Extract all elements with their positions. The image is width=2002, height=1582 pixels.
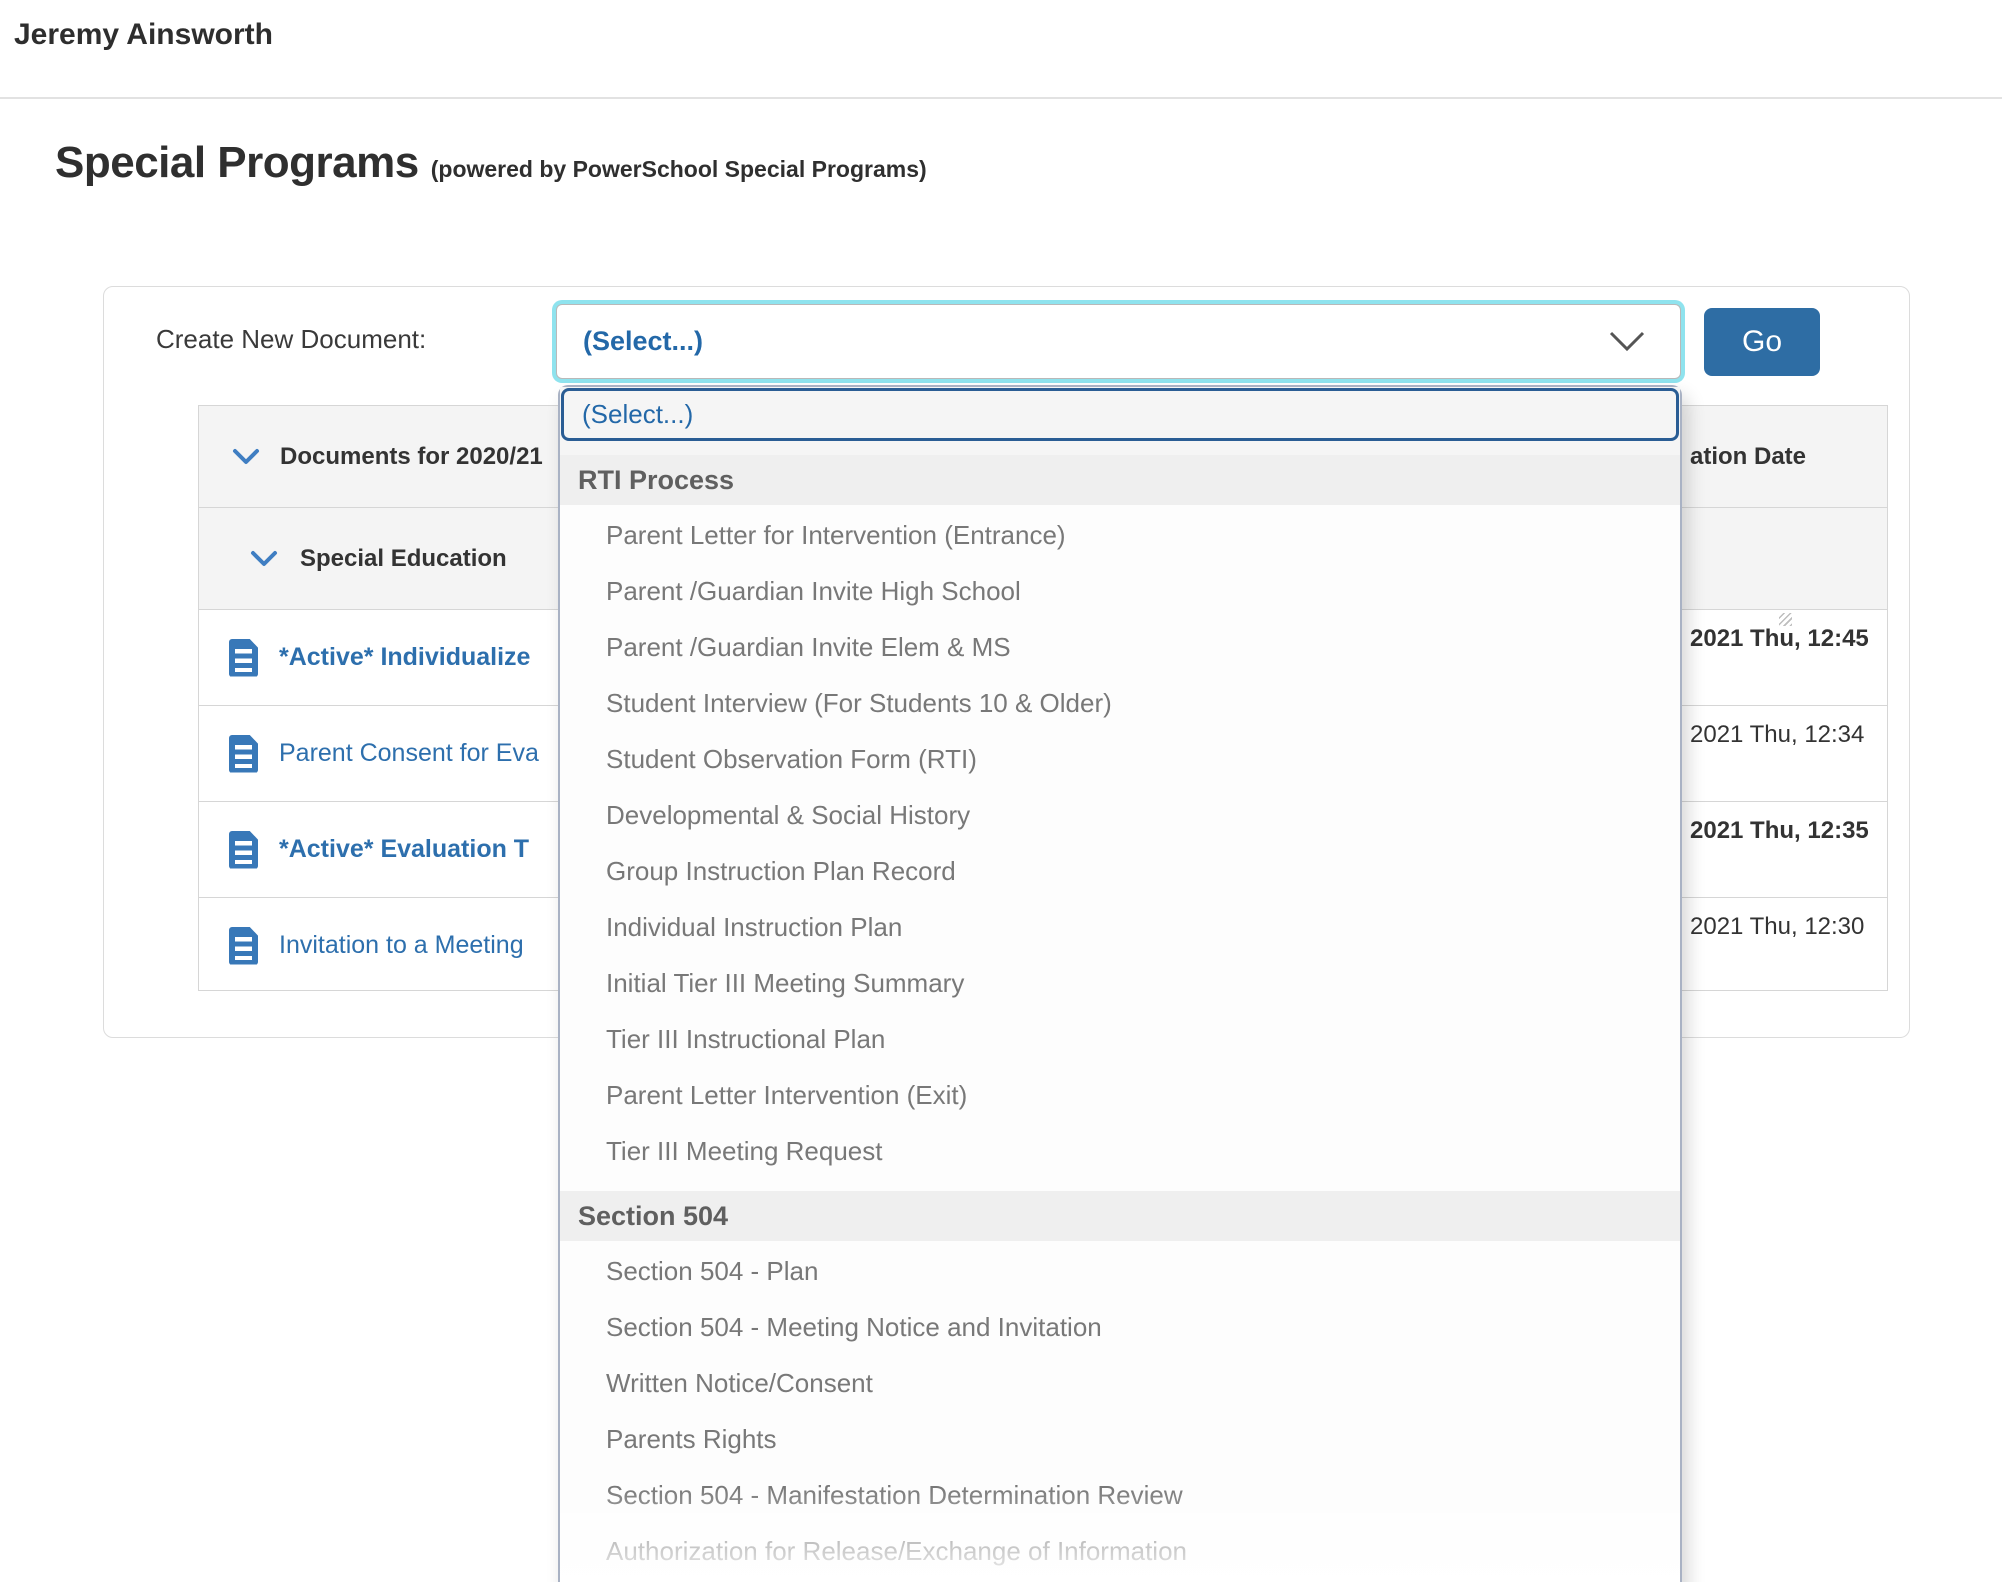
create-document-select[interactable]: (Select...) xyxy=(556,304,1681,379)
collapse-chevron-icon[interactable] xyxy=(250,550,278,567)
dropdown-option[interactable]: Student Interview (For Students 10 & Old… xyxy=(560,675,1680,731)
document-icon xyxy=(229,735,258,773)
dropdown-option[interactable]: Tier III Instructional Plan xyxy=(560,1011,1680,1067)
student-name: Jeremy Ainsworth xyxy=(14,18,273,52)
dropdown-option[interactable]: Parents Rights xyxy=(560,1411,1680,1467)
special-education-category-label: Special Education xyxy=(300,545,507,573)
document-icon xyxy=(229,831,258,869)
document-link[interactable]: Invitation to a Meeting xyxy=(279,931,524,960)
page-title-row: Special Programs (powered by PowerSchool… xyxy=(55,138,927,188)
dropdown-option[interactable]: Written Notice/Consent xyxy=(560,1355,1680,1411)
dropdown-option[interactable]: Parent /Guardian Invite High School xyxy=(560,563,1680,619)
dropdown-option[interactable]: Group Instruction Plan Record xyxy=(560,843,1680,899)
header-divider xyxy=(0,97,2002,99)
dropdown-option[interactable]: Individual Instruction Plan xyxy=(560,899,1680,955)
dropdown-option[interactable]: Authorization for Release/Exchange of In… xyxy=(560,1523,1680,1579)
page-title: Special Programs xyxy=(55,138,419,188)
select-selected-value: (Select...) xyxy=(583,326,703,357)
page-subtitle: (powered by PowerSchool Special Programs… xyxy=(431,156,927,183)
document-link[interactable]: *Active* Individualize xyxy=(279,643,530,672)
document-link[interactable]: *Active* Evaluation T xyxy=(279,835,529,864)
dropdown-group-header: Section 504 xyxy=(560,1191,1680,1241)
create-new-document-label: Create New Document: xyxy=(156,324,426,355)
dropdown-option[interactable]: Parent Letter for Intervention (Entrance… xyxy=(560,507,1680,563)
chevron-down-icon xyxy=(1608,329,1646,353)
dropdown-option[interactable]: Parent Letter Intervention (Exit) xyxy=(560,1067,1680,1123)
dropdown-option-select-placeholder[interactable]: (Select...) xyxy=(561,388,1679,441)
documents-year-header-label: Documents for 2020/21 xyxy=(280,443,543,471)
dropdown-option[interactable]: Developmental & Social History xyxy=(560,787,1680,843)
collapse-chevron-icon[interactable] xyxy=(232,448,260,465)
go-button[interactable]: Go xyxy=(1704,308,1820,376)
document-icon xyxy=(229,927,258,965)
dropdown-option[interactable]: Tier III Meeting Request xyxy=(560,1123,1680,1179)
dropdown-option[interactable]: Section 504 - Plan xyxy=(560,1243,1680,1299)
create-document-dropdown-panel: (Select...) RTI ProcessParent Letter for… xyxy=(558,385,1682,1582)
dropdown-option[interactable]: Section 504 - Manifestation Determinatio… xyxy=(560,1467,1680,1523)
document-link[interactable]: Parent Consent for Eva xyxy=(279,739,539,768)
special-programs-page: Jeremy Ainsworth Special Programs (power… xyxy=(0,0,2002,1582)
dropdown-group-header: RTI Process xyxy=(560,455,1680,505)
dropdown-option[interactable]: Section 504 - Meeting Notice and Invitat… xyxy=(560,1299,1680,1355)
dropdown-option[interactable]: Parent /Guardian Invite Elem & MS xyxy=(560,619,1680,675)
dropdown-option[interactable]: Initial Tier III Meeting Summary xyxy=(560,955,1680,1011)
column-resize-grip[interactable] xyxy=(1779,613,1792,626)
document-icon xyxy=(229,639,258,677)
dropdown-option[interactable]: Student Observation Form (RTI) xyxy=(560,731,1680,787)
